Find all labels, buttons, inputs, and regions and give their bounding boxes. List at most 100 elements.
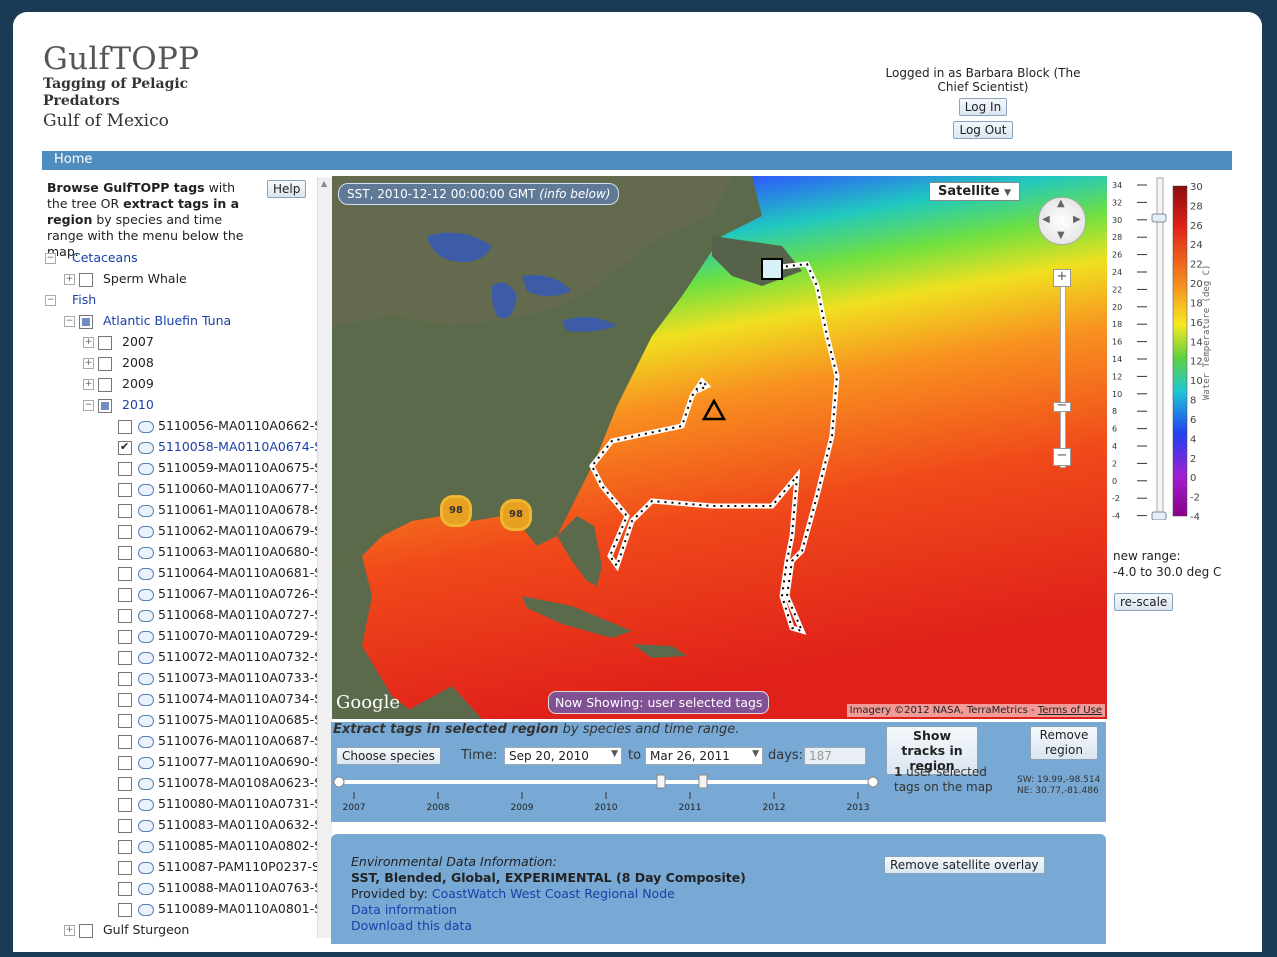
chevron-down-icon[interactable]: ▼ <box>611 749 618 759</box>
zoom-slider[interactable] <box>1060 271 1066 468</box>
tag-row[interactable]: 5110088-MA0110A0763-SS <box>118 878 317 898</box>
tag-row[interactable]: 5110077-MA0110A0690-SS <box>118 752 317 772</box>
chevron-down-icon[interactable]: ▼ <box>752 749 759 759</box>
tag-checkbox[interactable] <box>118 437 132 457</box>
range-slider[interactable] <box>1156 177 1164 519</box>
tag-row[interactable]: 5110070-MA0110A0729-SS <box>118 626 317 646</box>
tag-label[interactable]: 5110080-MA0110A0731-SS <box>158 796 317 811</box>
tag-checkbox[interactable] <box>118 419 132 434</box>
tag-checkbox[interactable] <box>118 629 132 644</box>
tag-label[interactable]: 5110089-MA0110A0801-SS <box>158 901 317 916</box>
tree-checkbox[interactable] <box>98 356 112 371</box>
tag-label[interactable]: 5110077-MA0110A0690-SS <box>158 754 317 769</box>
tag-checkbox[interactable] <box>118 776 132 791</box>
expand-icon[interactable]: + <box>83 358 94 369</box>
tag-label[interactable]: 5110085-MA0110A0802-SS <box>158 838 317 853</box>
tag-row[interactable]: 5110080-MA0110A0731-SS <box>118 794 317 814</box>
log-in-button[interactable]: Log In <box>958 98 1008 116</box>
time-from-input[interactable]: Sep 20, 2010 ▼ <box>504 747 622 765</box>
tag-checkbox[interactable] <box>118 650 132 665</box>
tag-label[interactable]: 5110078-MA0108A0623-SS <box>158 775 317 790</box>
scroll-up-icon[interactable]: ▲ <box>321 179 327 188</box>
tag-checkbox[interactable] <box>118 860 132 875</box>
remove-region-button[interactable]: Remove region <box>1030 726 1098 760</box>
tag-label[interactable]: 5110058-MA0110A0674-SS <box>158 439 317 454</box>
gulftopp-logo[interactable]: GulfTOPP Tagging of Pelagic Predators Gu… <box>43 42 199 132</box>
help-button[interactable]: Help <box>267 180 307 198</box>
terms-of-use-link[interactable]: Terms of Use <box>1038 705 1102 716</box>
tag-label[interactable]: 5110072-MA0110A0732-SS <box>158 649 317 664</box>
tree-checkbox[interactable] <box>98 377 112 392</box>
tag-label[interactable]: 5110063-MA0110A0680-SS <box>158 544 317 559</box>
tree-label[interactable]: 2010 <box>122 397 154 412</box>
tag-checkbox[interactable] <box>118 524 132 539</box>
tag-row[interactable]: 5110067-MA0110A0726-SS <box>118 584 317 604</box>
tree-node-year-2007[interactable]: +2007 <box>83 332 154 352</box>
range-max-handle[interactable] <box>1151 213 1167 223</box>
expand-icon[interactable]: + <box>64 925 75 936</box>
tag-row[interactable]: 5110068-MA0110A0727-SS <box>118 605 317 625</box>
tree-node-sperm-whale[interactable]: + Sperm Whale <box>64 269 187 289</box>
tree-label[interactable]: 2009 <box>122 376 154 391</box>
time-to-input[interactable]: Mar 26, 2011 ▼ <box>645 747 763 765</box>
log-out-button[interactable]: Log Out <box>953 121 1013 139</box>
nav-home[interactable]: Home <box>54 152 92 167</box>
tree-label[interactable]: 2007 <box>122 334 154 349</box>
tag-row[interactable]: 5110061-MA0110A0678-SS <box>118 500 317 520</box>
range-min-handle[interactable] <box>1151 511 1167 521</box>
tag-row[interactable]: 5110076-MA0110A0687-SS <box>118 731 317 751</box>
tag-row[interactable]: 5110078-MA0108A0623-SS <box>118 773 317 793</box>
timeline-start-handle[interactable] <box>656 774 666 789</box>
tree-node-cetaceans[interactable]: − Cetaceans <box>45 248 138 268</box>
tag-label[interactable]: 5110073-MA0110A0733-SS <box>158 670 317 685</box>
collapse-icon[interactable]: − <box>45 295 56 306</box>
tag-label[interactable]: 5110083-MA0110A0632-SS <box>158 817 317 832</box>
remove-overlay-button[interactable]: Remove satellite overlay <box>884 856 1045 874</box>
tag-checkbox[interactable] <box>118 671 132 686</box>
tag-checkbox[interactable] <box>118 755 132 770</box>
collapse-icon[interactable]: − <box>64 316 75 327</box>
tag-checkbox[interactable] <box>118 734 132 749</box>
tag-checkbox[interactable] <box>118 839 132 854</box>
tag-row[interactable]: 5110059-MA0110A0675-SS <box>118 458 317 478</box>
tag-checkbox[interactable] <box>118 818 132 833</box>
sst-info-link[interactable]: (info below) <box>539 187 610 201</box>
tree-node-atlantic-bluefin[interactable]: − Atlantic Bluefin Tuna <box>64 311 231 331</box>
tag-label[interactable]: 5110076-MA0110A0687-SS <box>158 733 317 748</box>
expand-icon[interactable]: + <box>64 274 75 285</box>
tree-checkbox[interactable] <box>79 923 93 938</box>
cluster-marker[interactable]: 98 <box>440 495 472 527</box>
tag-checkbox[interactable] <box>118 566 132 581</box>
timeline-slider[interactable]: 2007 2008 2009 2010 2011 2012 2013 <box>331 774 891 819</box>
tree-checkbox[interactable] <box>79 272 93 287</box>
tag-checkbox[interactable] <box>118 545 132 560</box>
tag-row[interactable]: 5110064-MA0110A0681-SS <box>118 563 317 583</box>
map-type-select[interactable]: Satellite ▼ <box>929 182 1021 201</box>
expand-icon[interactable]: + <box>83 379 94 390</box>
tree-label[interactable]: Gulf Sturgeon <box>103 922 189 937</box>
tree-checkbox[interactable] <box>79 314 93 329</box>
tag-row[interactable]: 5110083-MA0110A0632-SS <box>118 815 317 835</box>
tree-label[interactable]: 2008 <box>122 355 154 370</box>
tag-checkbox[interactable] <box>118 461 132 476</box>
tag-row[interactable]: 5110056-MA0110A0662-SS <box>118 416 317 436</box>
tree-label[interactable]: Fish <box>72 292 96 307</box>
tag-label[interactable]: 5110056-MA0110A0662-SS <box>158 418 317 433</box>
tree-node-fish[interactable]: − Fish <box>45 290 96 310</box>
tag-row[interactable]: 5110075-MA0110A0685-SS <box>118 710 317 730</box>
tag-label[interactable]: 5110062-MA0110A0679-SS <box>158 523 317 538</box>
zoom-slider-handle[interactable]: − <box>1053 399 1071 412</box>
tag-row[interactable]: 5110072-MA0110A0732-SS <box>118 647 317 667</box>
tag-label[interactable]: 5110064-MA0110A0681-SS <box>158 565 317 580</box>
tree-node-year-2008[interactable]: +2008 <box>83 353 154 373</box>
tag-label[interactable]: 5110068-MA0110A0727-SS <box>158 607 317 622</box>
tag-label[interactable]: 5110067-MA0110A0726-SS <box>158 586 317 601</box>
pan-control-icon[interactable]: ▲ ▼ ◀ ▶ <box>1038 197 1086 245</box>
tree-label[interactable]: Sperm Whale <box>103 271 187 286</box>
tree-scrollbar[interactable]: ▲ <box>317 177 332 938</box>
choose-species-button[interactable]: Choose species <box>336 747 441 765</box>
tree-node-year-2010[interactable]: − 2010 <box>83 395 154 415</box>
cluster-marker[interactable]: 98 <box>500 499 532 531</box>
tree-checkbox[interactable] <box>98 335 112 350</box>
tag-checkbox[interactable] <box>118 692 132 707</box>
